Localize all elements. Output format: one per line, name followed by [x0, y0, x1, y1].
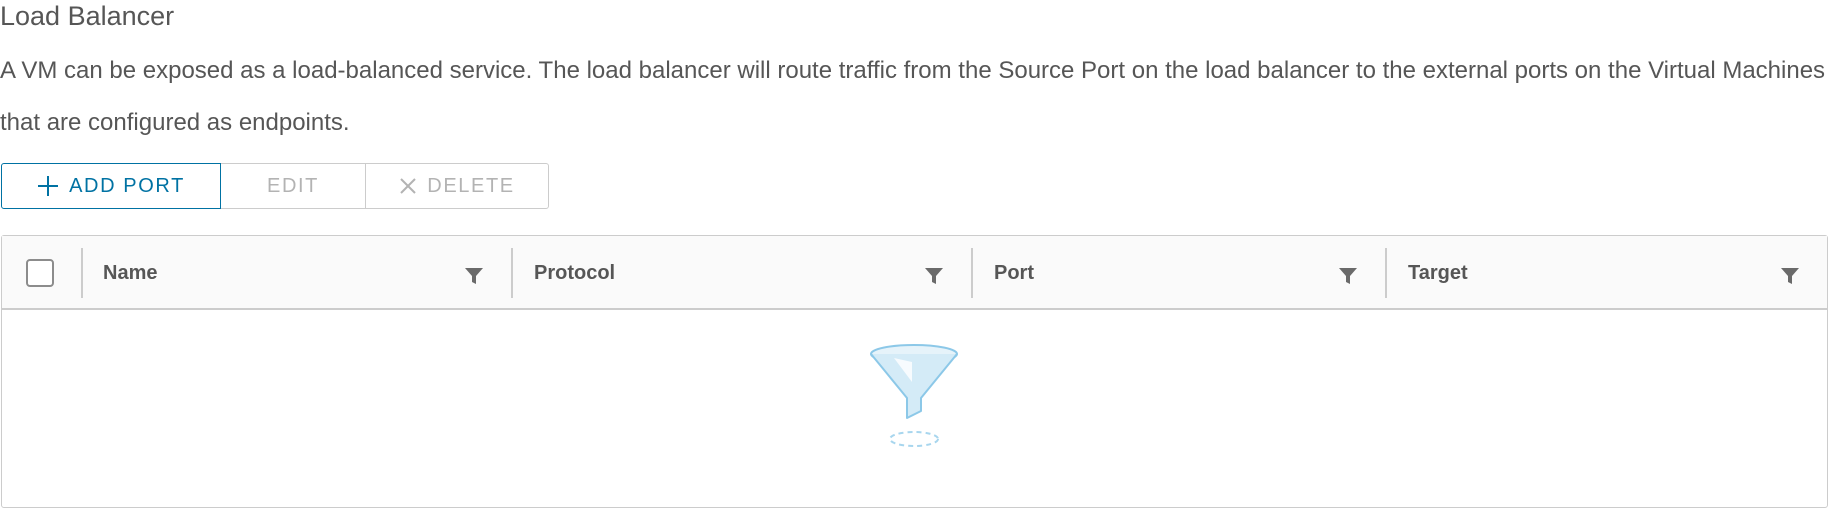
load-balancer-page: Load Balancer A VM can be exposed as a l… [0, 0, 1832, 512]
column-separator[interactable] [1385, 248, 1387, 298]
empty-funnel-icon [870, 344, 958, 447]
column-header-target[interactable]: Target [1408, 260, 1468, 286]
filter-icon[interactable] [1780, 266, 1800, 286]
edit-label: EDIT [267, 174, 319, 197]
section-description: A VM can be exposed as a load-balanced s… [0, 57, 1826, 136]
column-separator[interactable] [971, 248, 973, 298]
column-separator[interactable] [81, 248, 83, 298]
port-toolbar: ADD PORT EDIT DELETE [1, 163, 549, 209]
delete-button[interactable]: DELETE [365, 163, 549, 209]
datagrid-header: Name Protocol Port Target [2, 236, 1827, 310]
select-all-checkbox[interactable] [26, 259, 54, 287]
filter-icon[interactable] [924, 266, 944, 286]
add-port-button[interactable]: ADD PORT [1, 163, 221, 209]
column-header-name[interactable]: Name [103, 260, 157, 286]
plus-icon [37, 175, 59, 197]
delete-label: DELETE [427, 174, 515, 197]
edit-button[interactable]: EDIT [220, 163, 366, 209]
column-header-protocol[interactable]: Protocol [534, 260, 615, 286]
section-title: Load Balancer [0, 1, 175, 31]
ports-datagrid: Name Protocol Port Target [1, 235, 1828, 508]
column-header-port[interactable]: Port [994, 260, 1034, 286]
filter-icon[interactable] [1338, 266, 1358, 286]
filter-icon[interactable] [464, 266, 484, 286]
column-separator[interactable] [511, 248, 513, 298]
add-port-label: ADD PORT [69, 174, 185, 197]
close-icon [399, 177, 417, 195]
